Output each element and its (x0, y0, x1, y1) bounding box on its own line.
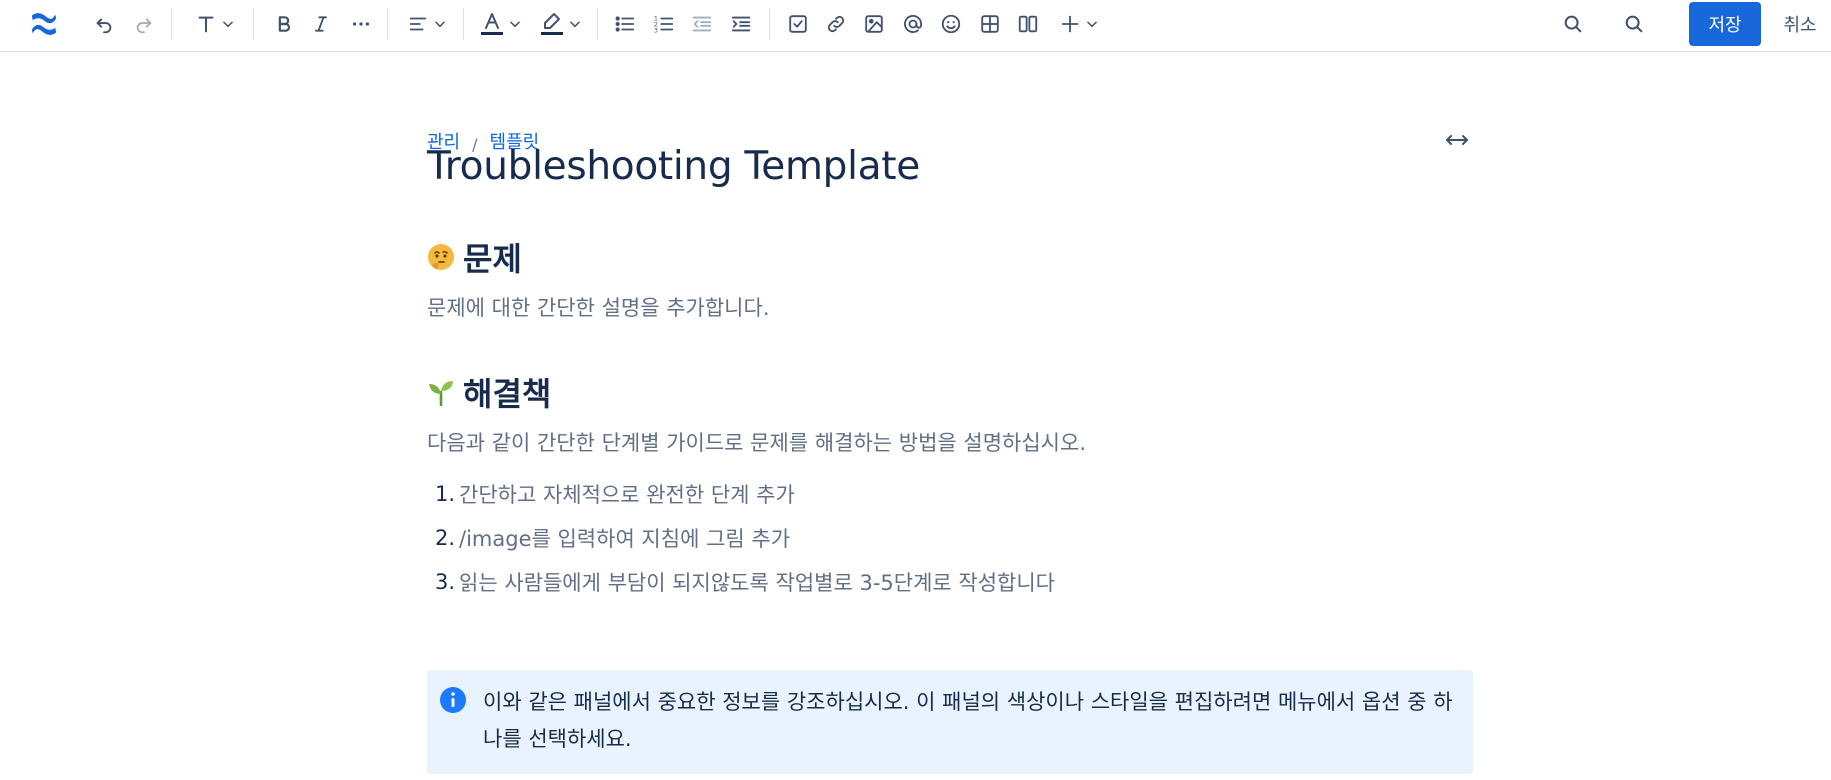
list-item-text: /image를 입력하여 지침에 그림 추가 (459, 527, 791, 551)
text-color-button[interactable] (476, 8, 526, 40)
chevron-down-icon (435, 21, 445, 28)
info-panel[interactable]: 이와 같은 패널에서 중요한 정보를 강조하십시오. 이 패널의 색상이나 스타… (427, 670, 1473, 774)
undo-icon[interactable] (88, 8, 120, 40)
insert-more-button[interactable] (1054, 8, 1104, 40)
redo-icon[interactable] (128, 8, 160, 40)
toolbar-divider (597, 8, 598, 40)
list-item[interactable]: 1. 간단하고 자체적으로 완전한 단계 추가 (435, 472, 1055, 516)
toolbar-divider (463, 8, 464, 40)
mention-icon[interactable] (897, 8, 929, 40)
editor-toolbar: 1 2 3 저장 취소 (0, 0, 1831, 52)
cancel-button[interactable]: 취소 (1772, 2, 1828, 46)
save-button[interactable]: 저장 (1689, 2, 1761, 46)
emoji-icon[interactable] (935, 8, 967, 40)
svg-text:3: 3 (654, 26, 658, 34)
text-style-button[interactable] (190, 8, 240, 40)
chevron-down-icon (510, 21, 520, 28)
info-panel-text: 이와 같은 패널에서 중요한 정보를 강조하십시오. 이 패널의 색상이나 스타… (483, 690, 1453, 751)
info-icon (440, 687, 466, 713)
highlight-color-button[interactable] (536, 8, 586, 40)
italic-button[interactable] (305, 8, 337, 40)
solution-heading-text: 해결책 (463, 375, 552, 413)
outdent-icon[interactable] (686, 8, 718, 40)
page-title[interactable]: Troubleshooting Template (427, 144, 920, 189)
list-item-text: 읽는 사람들에게 부담이 되지않도록 작업별로 3-5단계로 작성합니다 (459, 571, 1055, 595)
solution-description[interactable]: 다음과 같이 간단한 단계별 가이드로 문제를 해결하는 방법을 설명하십시오. (427, 427, 1086, 457)
find-replace-icon[interactable] (1557, 8, 1589, 40)
bullet-list-icon[interactable] (609, 8, 641, 40)
table-icon[interactable] (974, 8, 1006, 40)
bold-button[interactable] (268, 8, 300, 40)
solution-heading[interactable]: 해결책 (427, 369, 551, 415)
list-item-number: 3. (435, 570, 456, 594)
toolbar-divider (387, 8, 388, 40)
link-icon[interactable] (820, 8, 852, 40)
action-item-icon[interactable] (782, 8, 814, 40)
alignment-button[interactable] (402, 8, 452, 40)
indent-icon[interactable] (725, 8, 757, 40)
more-formatting-icon[interactable] (345, 8, 377, 40)
problem-description[interactable]: 문제에 대한 간단한 설명을 추가합니다. (427, 292, 770, 322)
expand-width-icon[interactable] (1444, 130, 1474, 150)
seedling-icon (429, 381, 453, 406)
search-icon[interactable] (1618, 8, 1650, 40)
list-item-text: 간단하고 자체적으로 완전한 단계 추가 (459, 483, 795, 507)
list-item[interactable]: 2. /image를 입력하여 지침에 그림 추가 (435, 516, 1055, 560)
list-item[interactable]: 3. 읽는 사람들에게 부담이 되지않도록 작업별로 3-5단계로 작성합니다 (435, 560, 1055, 604)
toolbar-divider (171, 8, 172, 40)
layouts-icon[interactable] (1012, 8, 1044, 40)
toolbar-divider (769, 8, 770, 40)
confluence-logo-icon[interactable] (26, 8, 62, 40)
image-icon[interactable] (858, 8, 890, 40)
list-item-number: 1. (435, 482, 456, 506)
chevron-down-icon (570, 21, 580, 28)
chevron-down-icon (1087, 21, 1097, 28)
list-item-number: 2. (435, 526, 456, 550)
problem-heading[interactable]: 문제 (427, 234, 522, 280)
thinking-face-icon (428, 244, 454, 270)
chevron-down-icon (223, 21, 233, 28)
numbered-list-icon[interactable]: 1 2 3 (648, 8, 680, 40)
toolbar-divider (253, 8, 254, 40)
problem-heading-text: 문제 (463, 240, 522, 278)
solution-steps-list: 1. 간단하고 자체적으로 완전한 단계 추가 2. /image를 입력하여 … (435, 472, 1055, 604)
